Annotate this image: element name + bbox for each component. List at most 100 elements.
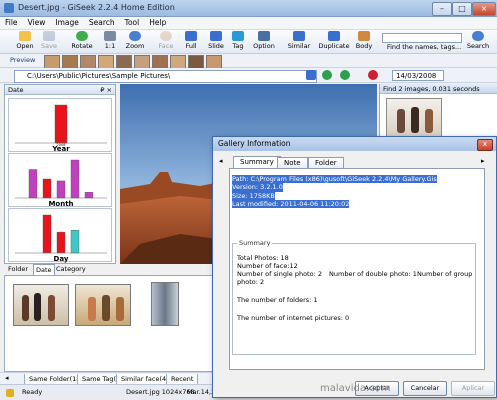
find-input-label: Find the names, tags... xyxy=(386,43,462,51)
address-bar: C:\Users\Public\Pictures\Sample Pictures… xyxy=(0,68,497,83)
tab-scroll-right-icon[interactable]: ▸ xyxy=(481,157,485,165)
full-button[interactable]: Full xyxy=(182,31,200,50)
chart-bar[interactable] xyxy=(42,214,52,254)
similar-button[interactable]: Similar xyxy=(286,31,312,50)
chart-bar[interactable] xyxy=(56,180,66,199)
left-panel-tabs: Folder Date Category xyxy=(4,264,116,276)
chart-title: Month xyxy=(48,200,73,208)
dialog-close-button[interactable]: x xyxy=(477,139,493,151)
cancel-button[interactable]: Cancelar xyxy=(403,381,447,396)
date-field[interactable]: 14/03/2008 xyxy=(392,70,444,81)
favorite-heart-icon[interactable] xyxy=(368,70,378,80)
info-version: Version: 3.2.1.0 xyxy=(232,183,283,192)
option-button[interactable]: Option xyxy=(252,31,276,50)
preview-thumb[interactable] xyxy=(62,55,78,69)
preview-thumb[interactable] xyxy=(170,55,186,69)
zoom-button[interactable]: Zoom xyxy=(124,31,146,50)
preview-thumb[interactable] xyxy=(134,55,150,69)
gallery-info-dialog: Gallery Information x ◂ ▸ Summary Note F… xyxy=(212,136,497,398)
chart-bar[interactable] xyxy=(70,159,80,199)
year-chart[interactable]: Year 2008 xyxy=(8,98,112,153)
preview-thumb[interactable] xyxy=(116,55,132,69)
menu-help[interactable]: Help xyxy=(144,17,171,28)
info-text-selected[interactable]: Path: C:\Program Files (x86)\gusoft\GiSe… xyxy=(232,175,437,209)
chart-bar[interactable] xyxy=(28,169,38,199)
forward-icon[interactable] xyxy=(340,70,350,80)
face-button[interactable]: Face xyxy=(156,31,176,50)
results-header: Find 2 images, 0.031 seconds xyxy=(380,84,497,94)
preview-thumb[interactable] xyxy=(80,55,96,69)
menu-tool[interactable]: Tool xyxy=(120,17,145,28)
preview-thumb[interactable] xyxy=(44,55,60,69)
status-ready: Ready xyxy=(22,388,43,396)
scroll-left-icon[interactable]: ◂ xyxy=(5,374,9,382)
chart-tick-label: 2008 xyxy=(57,143,66,147)
preview-thumb[interactable] xyxy=(98,55,114,69)
tab-scroll-left-icon[interactable]: ◂ xyxy=(219,157,223,165)
duplicate-button[interactable]: Duplicate xyxy=(318,31,350,50)
thumbnail[interactable] xyxy=(75,284,131,326)
minimize-button[interactable]: – xyxy=(432,2,452,16)
thumbnail[interactable] xyxy=(151,282,179,326)
duplicate-icon xyxy=(328,31,340,41)
menu-image[interactable]: Image xyxy=(50,17,84,28)
similar-icon xyxy=(293,31,305,41)
menu-view[interactable]: View xyxy=(23,17,51,28)
chart-bar[interactable] xyxy=(54,104,68,144)
date-panel-header: Date ₽ × xyxy=(5,85,115,95)
result-thumbnail[interactable] xyxy=(386,98,442,138)
maximize-button[interactable]: □ xyxy=(452,2,472,16)
summary-faces: Number of face:12 xyxy=(237,262,298,270)
chart-bar[interactable] xyxy=(84,192,94,199)
tab-folder[interactable]: Folder xyxy=(6,264,30,274)
close-button[interactable]: × xyxy=(472,2,496,16)
date-panel-title: Date xyxy=(8,86,24,94)
slide-button[interactable]: Slide xyxy=(206,31,226,50)
chart-bar[interactable] xyxy=(56,231,66,254)
slideshow-icon xyxy=(210,31,222,41)
day-chart[interactable]: Day xyxy=(8,208,112,263)
summary-internet: The number of internet pictures: 0 xyxy=(237,314,350,322)
body-button[interactable]: Body xyxy=(354,31,374,50)
search-button[interactable]: Search xyxy=(466,31,490,50)
info-size: Size: 1758KB xyxy=(232,191,275,200)
preview-strip: Preview xyxy=(0,54,497,69)
save-button[interactable]: Save xyxy=(40,31,58,50)
actual-size-button[interactable]: 1:1 xyxy=(102,31,118,50)
menu-file[interactable]: File xyxy=(0,17,23,28)
info-modified: Last modified: 2011-04-06 11:20:02 xyxy=(232,199,350,209)
tab-category[interactable]: Category xyxy=(54,264,88,274)
summary-single: Number of single photo: 2 xyxy=(237,270,322,278)
tag-icon xyxy=(232,31,244,41)
info-path: Path: C:\Program Files (x86)\gusoft\GiSe… xyxy=(232,175,437,184)
month-chart[interactable]: Month xyxy=(8,153,112,208)
date-panel: Date ₽ × Year 2008 Month Day xyxy=(4,84,116,264)
back-icon[interactable] xyxy=(322,70,332,80)
path-input[interactable]: C:\Users\Public\Pictures\Sample Pictures… xyxy=(14,70,317,83)
apply-button[interactable]: Aplicar xyxy=(451,381,495,396)
chart-bar[interactable] xyxy=(42,178,52,199)
preview-label: Preview xyxy=(10,56,36,64)
magnifier-icon xyxy=(129,31,141,41)
window-title: Desert.jpg - GiSeek 2.2.4 Home Edition xyxy=(18,3,175,12)
status-icon xyxy=(6,389,14,397)
menu-search[interactable]: Search xyxy=(84,17,120,28)
app-icon xyxy=(4,3,14,13)
preview-thumb[interactable] xyxy=(188,55,204,69)
rotate-button[interactable]: Rotate xyxy=(70,31,94,50)
go-icon[interactable] xyxy=(306,70,316,80)
chart-bar[interactable] xyxy=(70,230,80,254)
tag-button[interactable]: Tag xyxy=(230,31,246,50)
summary-total: Total Photos: 18 xyxy=(237,254,289,262)
open-button[interactable]: Open xyxy=(14,31,36,50)
panel-pin-close[interactable]: ₽ × xyxy=(100,85,112,95)
dialog-body: Path: C:\Program Files (x86)\gusoft\GiSe… xyxy=(229,168,485,370)
thumbnail[interactable] xyxy=(13,284,69,326)
preview-thumb[interactable] xyxy=(206,55,222,69)
status-file: Desert.jpg 1024x768 xyxy=(126,388,195,396)
preview-thumb[interactable] xyxy=(152,55,168,69)
menu-bar: File View Image Search Tool Help xyxy=(0,17,497,30)
dialog-title: Gallery Information xyxy=(213,137,496,151)
find-input-box[interactable] xyxy=(382,33,462,43)
title-bar: Desert.jpg - GiSeek 2.2.4 Home Edition –… xyxy=(0,0,497,17)
